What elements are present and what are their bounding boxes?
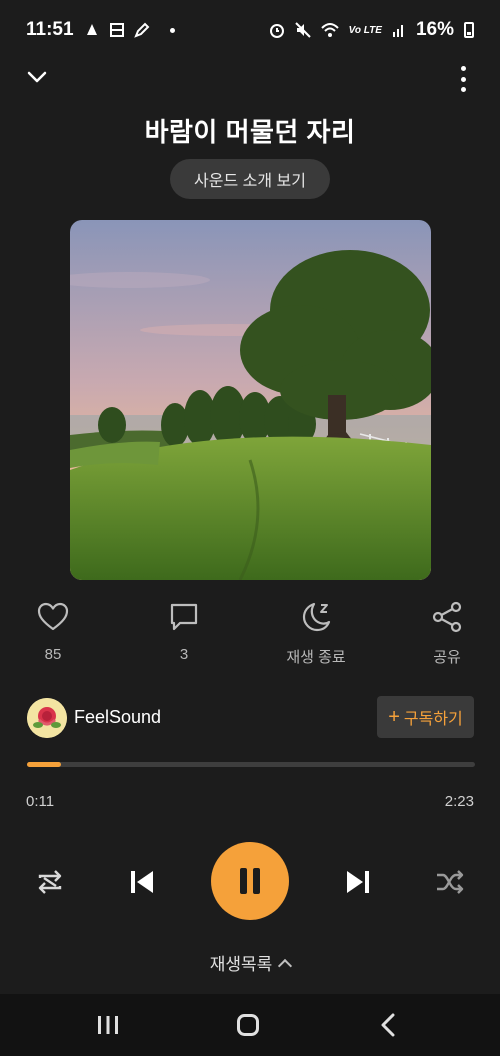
share-icon bbox=[432, 601, 462, 633]
next-button[interactable] bbox=[340, 864, 376, 900]
comment-icon bbox=[170, 603, 198, 631]
previous-button[interactable] bbox=[124, 864, 160, 900]
heart-icon bbox=[37, 602, 69, 631]
like-button[interactable]: 85 bbox=[3, 600, 103, 663]
sleep-timer-label: 재생 종료 bbox=[286, 649, 346, 666]
recent-apps-button[interactable] bbox=[68, 994, 148, 1056]
comment-button[interactable]: 3 bbox=[134, 600, 234, 663]
signal-icon bbox=[392, 25, 403, 37]
chevron-down-icon[interactable] bbox=[26, 66, 48, 88]
rose-logo-icon bbox=[27, 698, 67, 738]
like-count: 85 bbox=[44, 646, 62, 663]
notification-icon bbox=[86, 24, 97, 35]
share-label: 공유 bbox=[433, 649, 461, 666]
mute-icon bbox=[294, 22, 311, 38]
status-right: Vo LTE 16% bbox=[269, 19, 474, 41]
back-button[interactable] bbox=[348, 994, 428, 1056]
status-left: 11:51 bbox=[26, 19, 175, 41]
comment-count: 3 bbox=[179, 646, 189, 663]
pencil-icon bbox=[133, 22, 149, 38]
repeat-button[interactable] bbox=[32, 864, 68, 900]
repeat-icon bbox=[38, 870, 62, 894]
battery-icon bbox=[464, 22, 474, 38]
playlist-toggle[interactable]: 재생목록 bbox=[0, 950, 500, 975]
shuffle-button[interactable] bbox=[432, 864, 468, 900]
top-bar bbox=[0, 60, 500, 100]
sleep-timer-button[interactable]: 재생 종료 bbox=[266, 600, 366, 667]
network-label: Vo LTE bbox=[348, 24, 382, 36]
chevron-up-icon bbox=[278, 958, 293, 974]
wifi-icon bbox=[320, 23, 339, 37]
status-bar: 11:51 Vo LTE 16% bbox=[0, 0, 500, 60]
plus-icon: + bbox=[388, 706, 400, 728]
dot-icon bbox=[169, 27, 175, 33]
share-button[interactable]: 공유 bbox=[397, 600, 497, 667]
sound-intro-button[interactable]: 사운드 소개 보기 bbox=[170, 159, 330, 199]
pause-button[interactable] bbox=[211, 842, 289, 920]
avatar[interactable] bbox=[27, 698, 67, 738]
skip-next-icon bbox=[347, 871, 369, 893]
system-nav-bar bbox=[0, 994, 500, 1056]
skip-previous-icon bbox=[131, 871, 153, 893]
progress-fill bbox=[27, 762, 62, 767]
action-row: 85 3 재생 종료 공유 bbox=[0, 600, 500, 670]
playlist-label: 재생목록 bbox=[209, 955, 273, 974]
channel-row: FeelSound + 구독하기 bbox=[0, 696, 500, 740]
subscribe-button[interactable]: + 구독하기 bbox=[377, 696, 474, 738]
recent-apps-icon bbox=[98, 1016, 118, 1034]
channel-name[interactable]: FeelSound bbox=[74, 707, 161, 728]
subscribe-label: 구독하기 bbox=[403, 711, 463, 728]
progress-bar[interactable] bbox=[27, 762, 475, 767]
page-title: 바람이 머물던 자리 bbox=[144, 117, 356, 147]
total-time: 2:23 bbox=[444, 793, 474, 810]
home-icon bbox=[237, 1014, 259, 1036]
grid-icon bbox=[109, 23, 124, 37]
shuffle-icon bbox=[437, 870, 464, 894]
more-options-icon[interactable] bbox=[452, 66, 474, 92]
moon-zz-icon bbox=[302, 602, 331, 632]
back-icon bbox=[381, 1013, 395, 1037]
current-time: 0:11 bbox=[26, 793, 55, 810]
playback-controls bbox=[0, 840, 500, 922]
alarm-icon bbox=[269, 24, 284, 38]
home-button[interactable] bbox=[208, 994, 288, 1056]
battery-percent: 16% bbox=[415, 19, 454, 40]
pause-icon bbox=[240, 868, 260, 894]
cover-art bbox=[70, 220, 431, 580]
clock: 11:51 bbox=[26, 19, 74, 40]
